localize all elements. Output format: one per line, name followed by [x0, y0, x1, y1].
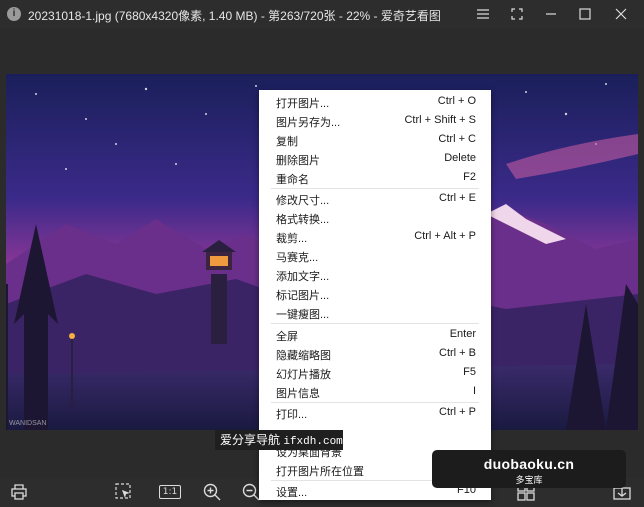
menu-item-label: 幻灯片播放 — [276, 369, 331, 381]
menu-item-convert[interactable]: 格式转换... — [259, 208, 491, 227]
fullscreen-icon[interactable] — [500, 0, 534, 28]
menu-item-label: 复制 — [276, 136, 298, 148]
menu-item-label: 标记图片... — [276, 290, 330, 302]
banner-text: 爱分享导航 — [220, 433, 281, 447]
menu-item-shortcut: Ctrl + E — [439, 192, 476, 204]
minimize-button[interactable] — [534, 0, 568, 28]
menu-item-annotate[interactable]: 标记图片... — [259, 284, 491, 303]
menu-item-shortcut: Ctrl + Shift + S — [404, 114, 476, 126]
title-bar: i 20231018-1.jpg (7680x4320像素, 1.40 MB) … — [0, 0, 644, 28]
watermark-main: duobaoku.cn — [483, 456, 575, 472]
menu-item-add-text[interactable]: 添加文字... — [259, 265, 491, 284]
menu-item-label: 全屏 — [276, 331, 298, 343]
menu-item-label: 图片信息 — [276, 388, 320, 400]
menu-item-label: 重命名 — [276, 174, 309, 186]
menu-item-shortcut: F5 — [463, 366, 476, 378]
menu-item-shortcut: I — [472, 385, 476, 397]
menu-item-label: 格式转换... — [276, 214, 330, 226]
menu-item-label: 打开图片所在位置 — [276, 466, 364, 478]
menu-item-save-as[interactable]: 图片另存为... Ctrl + Shift + S — [259, 111, 491, 130]
zoom-in-icon[interactable] — [199, 479, 225, 505]
menu-item-label: 隐藏缩略图 — [276, 350, 331, 362]
menu-separator — [271, 323, 479, 324]
actual-size-button[interactable]: 1:1 — [155, 479, 185, 505]
menu-item-delete[interactable]: 删除图片 Delete — [259, 149, 491, 168]
menu-item-label: 设置... — [276, 487, 308, 499]
print-icon[interactable] — [6, 479, 32, 505]
menu-item-slideshow[interactable]: 幻灯片播放 F5 — [259, 363, 491, 382]
menu-item-label: 修改尺寸... — [276, 195, 330, 207]
menu-item-shortcut: Ctrl + P — [439, 406, 476, 418]
menu-item-shortcut: F2 — [463, 171, 476, 183]
maximize-button[interactable] — [568, 0, 602, 28]
select-cursor-icon[interactable] — [111, 479, 137, 505]
menu-item-shortcut: Enter — [449, 328, 476, 340]
photo-signature: WANIDSAN — [9, 420, 47, 427]
menu-item-label: 一键瘦图... — [276, 309, 330, 321]
menu-item-rename[interactable]: 重命名 F2 — [259, 168, 491, 187]
menu-item-open[interactable]: 打开图片... Ctrl + O — [259, 92, 491, 111]
menu-item-resize[interactable]: 修改尺寸... Ctrl + E — [259, 189, 491, 208]
menu-item-crop[interactable]: 裁剪... Ctrl + Alt + P — [259, 227, 491, 246]
menu-item-label: 打开图片... — [276, 98, 330, 110]
menu-item-compress[interactable]: 一键瘦图... — [259, 303, 491, 322]
menu-item-label: 打印... — [276, 409, 308, 421]
menu-item-label: 添加文字... — [276, 271, 330, 283]
site-watermark: duobaoku.cn 多宝库 — [432, 450, 626, 488]
overlay-banner: 爱分享导航 ifxdh.com — [215, 430, 343, 450]
menu-item-hide-thumbnails[interactable]: 隐藏缩略图 Ctrl + B — [259, 344, 491, 363]
watermark-sub: 多宝库 — [515, 475, 543, 485]
menu-item-label: 删除图片 — [276, 155, 320, 167]
menu-item-label: 裁剪... — [276, 233, 308, 245]
menu-item-shortcut: Ctrl + B — [439, 347, 476, 359]
menu-icon[interactable] — [466, 0, 500, 28]
menu-item-shortcut: Delete — [444, 152, 476, 164]
menu-item-copy[interactable]: 复制 Ctrl + C — [259, 130, 491, 149]
actual-size-label: 1:1 — [158, 485, 182, 499]
menu-item-shortcut: Ctrl + O — [437, 95, 476, 107]
menu-item-fullscreen[interactable]: 全屏 Enter — [259, 325, 491, 344]
menu-item-mosaic[interactable]: 马赛克... — [259, 246, 491, 265]
menu-item-label: 图片另存为... — [276, 117, 341, 129]
menu-item-image-info[interactable]: 图片信息 I — [259, 382, 491, 401]
menu-item-label: 马赛克... — [276, 252, 319, 264]
banner-domain: ifxdh.com — [283, 436, 343, 448]
menu-item-shortcut: Ctrl + Alt + P — [414, 230, 476, 242]
close-button[interactable] — [604, 0, 638, 28]
menu-item-print[interactable]: 打印... Ctrl + P — [259, 403, 491, 422]
menu-item-shortcut: Ctrl + C — [438, 133, 476, 145]
window-title: 20231018-1.jpg (7680x4320像素, 1.40 MB) - … — [28, 9, 441, 23]
app-info-icon[interactable]: i — [7, 7, 21, 21]
